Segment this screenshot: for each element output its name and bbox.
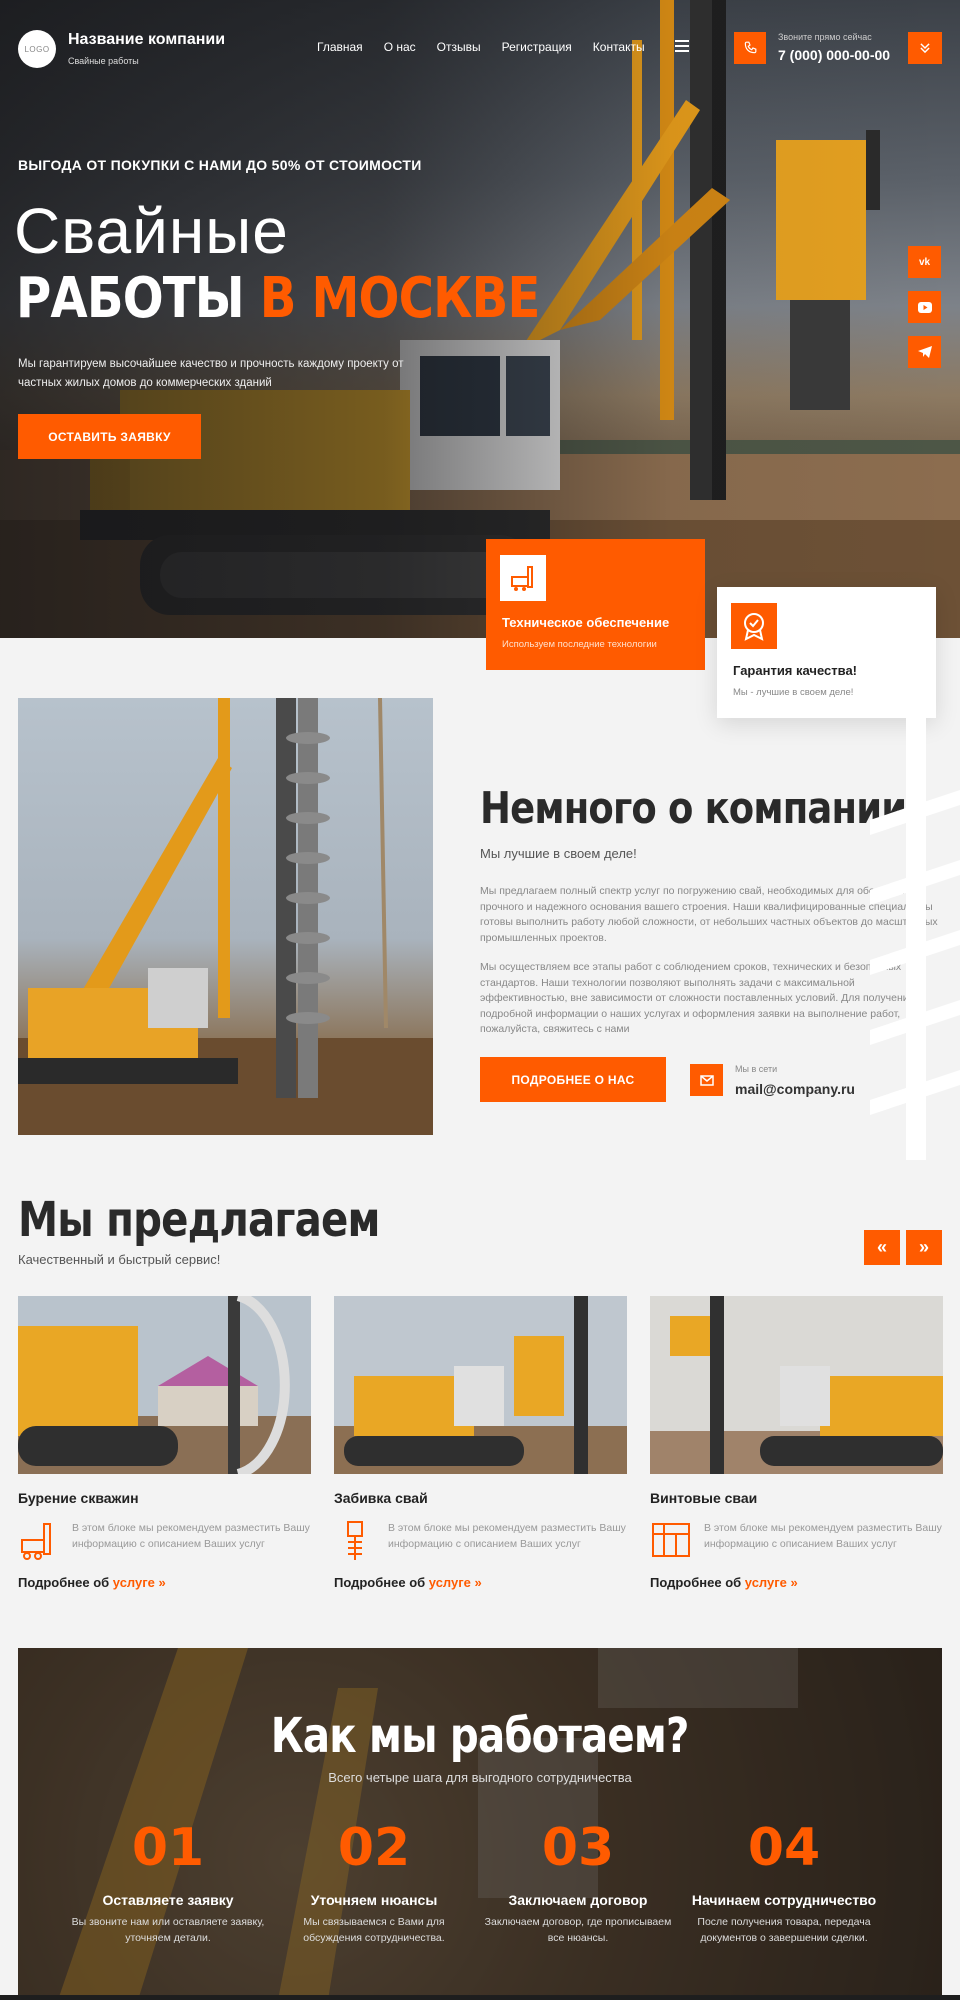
feature-card-tech: Техническое обеспечение Используем после… (486, 539, 705, 670)
pile-driver-icon (347, 1521, 363, 1560)
machine-icon (500, 555, 546, 601)
hero-title-orange: В МОСКВЕ (259, 266, 541, 331)
service-name: Бурение скважин (18, 1490, 139, 1506)
step-number: 03 (541, 1818, 615, 1878)
service-image (650, 1296, 943, 1474)
service-card-drilling[interactable]: Бурение скважин В этом блоке мы рекоменд… (18, 1296, 311, 1590)
logo[interactable]: LOGO (18, 30, 56, 68)
hero-title-line2: РАБОТЫ В МОСКВЕ (16, 266, 540, 331)
step-title: Уточняем нюансы (310, 1892, 438, 1908)
step-title: Заключаем договор (508, 1892, 648, 1908)
service-name: Винтовые сваи (650, 1490, 758, 1506)
service-image (18, 1296, 311, 1474)
phone-icon[interactable] (734, 32, 766, 64)
offers-title: Мы предлагаем (18, 1192, 380, 1248)
slider-next-button[interactable]: » (906, 1230, 942, 1265)
mail-address[interactable]: mail@company.ru (735, 1081, 855, 1097)
service-description: В этом блоке мы рекомендуем разместить В… (704, 1522, 942, 1550)
step-1: 01 Оставляете заявку Вы звоните нам или … (68, 1818, 268, 1946)
feature-title: Гарантия качества! (733, 663, 858, 678)
screw-pile-decoration (870, 700, 960, 1160)
step-4: 04 Начинаем сотрудничество После получен… (684, 1818, 884, 1946)
service-more-link[interactable]: Подробнее об услуге » (334, 1575, 627, 1590)
step-description: Мы связываемся с Вами для обсуждения сот… (303, 1916, 445, 1944)
telegram-icon[interactable] (908, 336, 941, 368)
about-title: Немного о компании (480, 783, 907, 834)
nav-reviews[interactable]: Отзывы (437, 40, 481, 54)
blueprint-icon (652, 1523, 690, 1557)
mail-label: Мы в сети (735, 1064, 778, 1074)
service-name: Забивка свай (334, 1490, 428, 1506)
feature-title: Техническое обеспечение (502, 615, 670, 630)
hero-title-line1: Свайные (14, 195, 289, 267)
feature-subtitle: Мы - лучшие в своем деле! (733, 687, 854, 698)
hero-kicker: ВЫГОДА ОТ ПОКУПКИ С НАМИ ДО 50% ОТ СТОИМ… (18, 157, 422, 173)
step-2: 02 Уточняем нюансы Мы связываемся с Вами… (274, 1818, 474, 1946)
feature-card-quality: Гарантия качества! Мы - лучшие в своем д… (717, 587, 936, 718)
hero-section: LOGO Название компании Свайные работы Гл… (0, 0, 960, 638)
nav-contacts[interactable]: Контакты (593, 40, 645, 54)
nav-about[interactable]: О нас (384, 40, 416, 54)
step-3: 03 Заключаем договор Заключаем договор, … (478, 1818, 678, 1946)
service-more-link[interactable]: Подробнее об услуге » (18, 1575, 311, 1590)
step-number: 01 (131, 1818, 205, 1878)
service-card-pile-driving[interactable]: Забивка свай В этом блоке мы рекомендуем… (334, 1296, 627, 1590)
hero-description: Мы гарантируем высочайшее качество и про… (18, 358, 404, 389)
feature-subtitle: Используем последние технологии (502, 639, 657, 650)
how-title: Как мы работаем? (271, 1708, 690, 1764)
main-nav: Главная О нас Отзывы Регистрация Контакт… (317, 40, 645, 54)
about-subtitle: Мы лучшие в своем деле! (480, 846, 637, 861)
nav-home[interactable]: Главная (317, 40, 363, 54)
footer-edge (0, 1995, 960, 2000)
company-tagline: Свайные работы (68, 56, 139, 66)
service-description: В этом блоке мы рекомендуем разместить В… (388, 1522, 626, 1550)
service-more-link[interactable]: Подробнее об услуге » (650, 1575, 943, 1590)
drill-rig-icon (21, 1523, 51, 1560)
how-subtitle: Всего четыре шага для выгодного сотрудни… (328, 1770, 632, 1785)
slider-prev-button[interactable]: « (864, 1230, 900, 1265)
step-number: 02 (337, 1818, 411, 1878)
youtube-icon[interactable] (908, 291, 941, 323)
more-about-button[interactable]: ПОДРОБНЕЕ О НАС (480, 1057, 666, 1102)
mail-icon (690, 1064, 723, 1096)
company-name: Название компании (68, 31, 226, 48)
step-description: После получения товара, передача докумен… (697, 1916, 871, 1944)
quality-badge-icon (731, 603, 777, 649)
step-title: Оставляете заявку (102, 1892, 234, 1908)
step-number: 04 (747, 1818, 821, 1878)
phone-number[interactable]: 7 (000) 000-00-00 (778, 47, 890, 63)
offers-subtitle: Качественный и быстрый сервис! (18, 1252, 221, 1267)
chevron-down-icon[interactable] (908, 32, 942, 64)
service-card-screw-piles[interactable]: Винтовые сваи В этом блоке мы рекомендуе… (650, 1296, 943, 1590)
how-we-work-section: Как мы работаем? Всего четыре шага для в… (18, 1648, 942, 2000)
step-description: Вы звоните нам или оставляете заявку, ут… (71, 1916, 265, 1944)
leave-request-button[interactable]: ОСТАВИТЬ ЗАЯВКУ (18, 414, 201, 459)
phone-label: Звоните прямо сейчас (778, 32, 872, 42)
about-image (18, 698, 433, 1135)
nav-register[interactable]: Регистрация (502, 40, 572, 54)
menu-icon[interactable] (675, 40, 689, 52)
hero-title-white: РАБОТЫ (16, 266, 245, 331)
service-description: В этом блоке мы рекомендуем разместить В… (72, 1522, 310, 1550)
vk-icon[interactable]: vk (908, 246, 941, 278)
step-title: Начинаем сотрудничество (691, 1892, 877, 1908)
service-image (334, 1296, 627, 1474)
step-description: Заключаем договор, где прописываем все н… (484, 1916, 672, 1944)
